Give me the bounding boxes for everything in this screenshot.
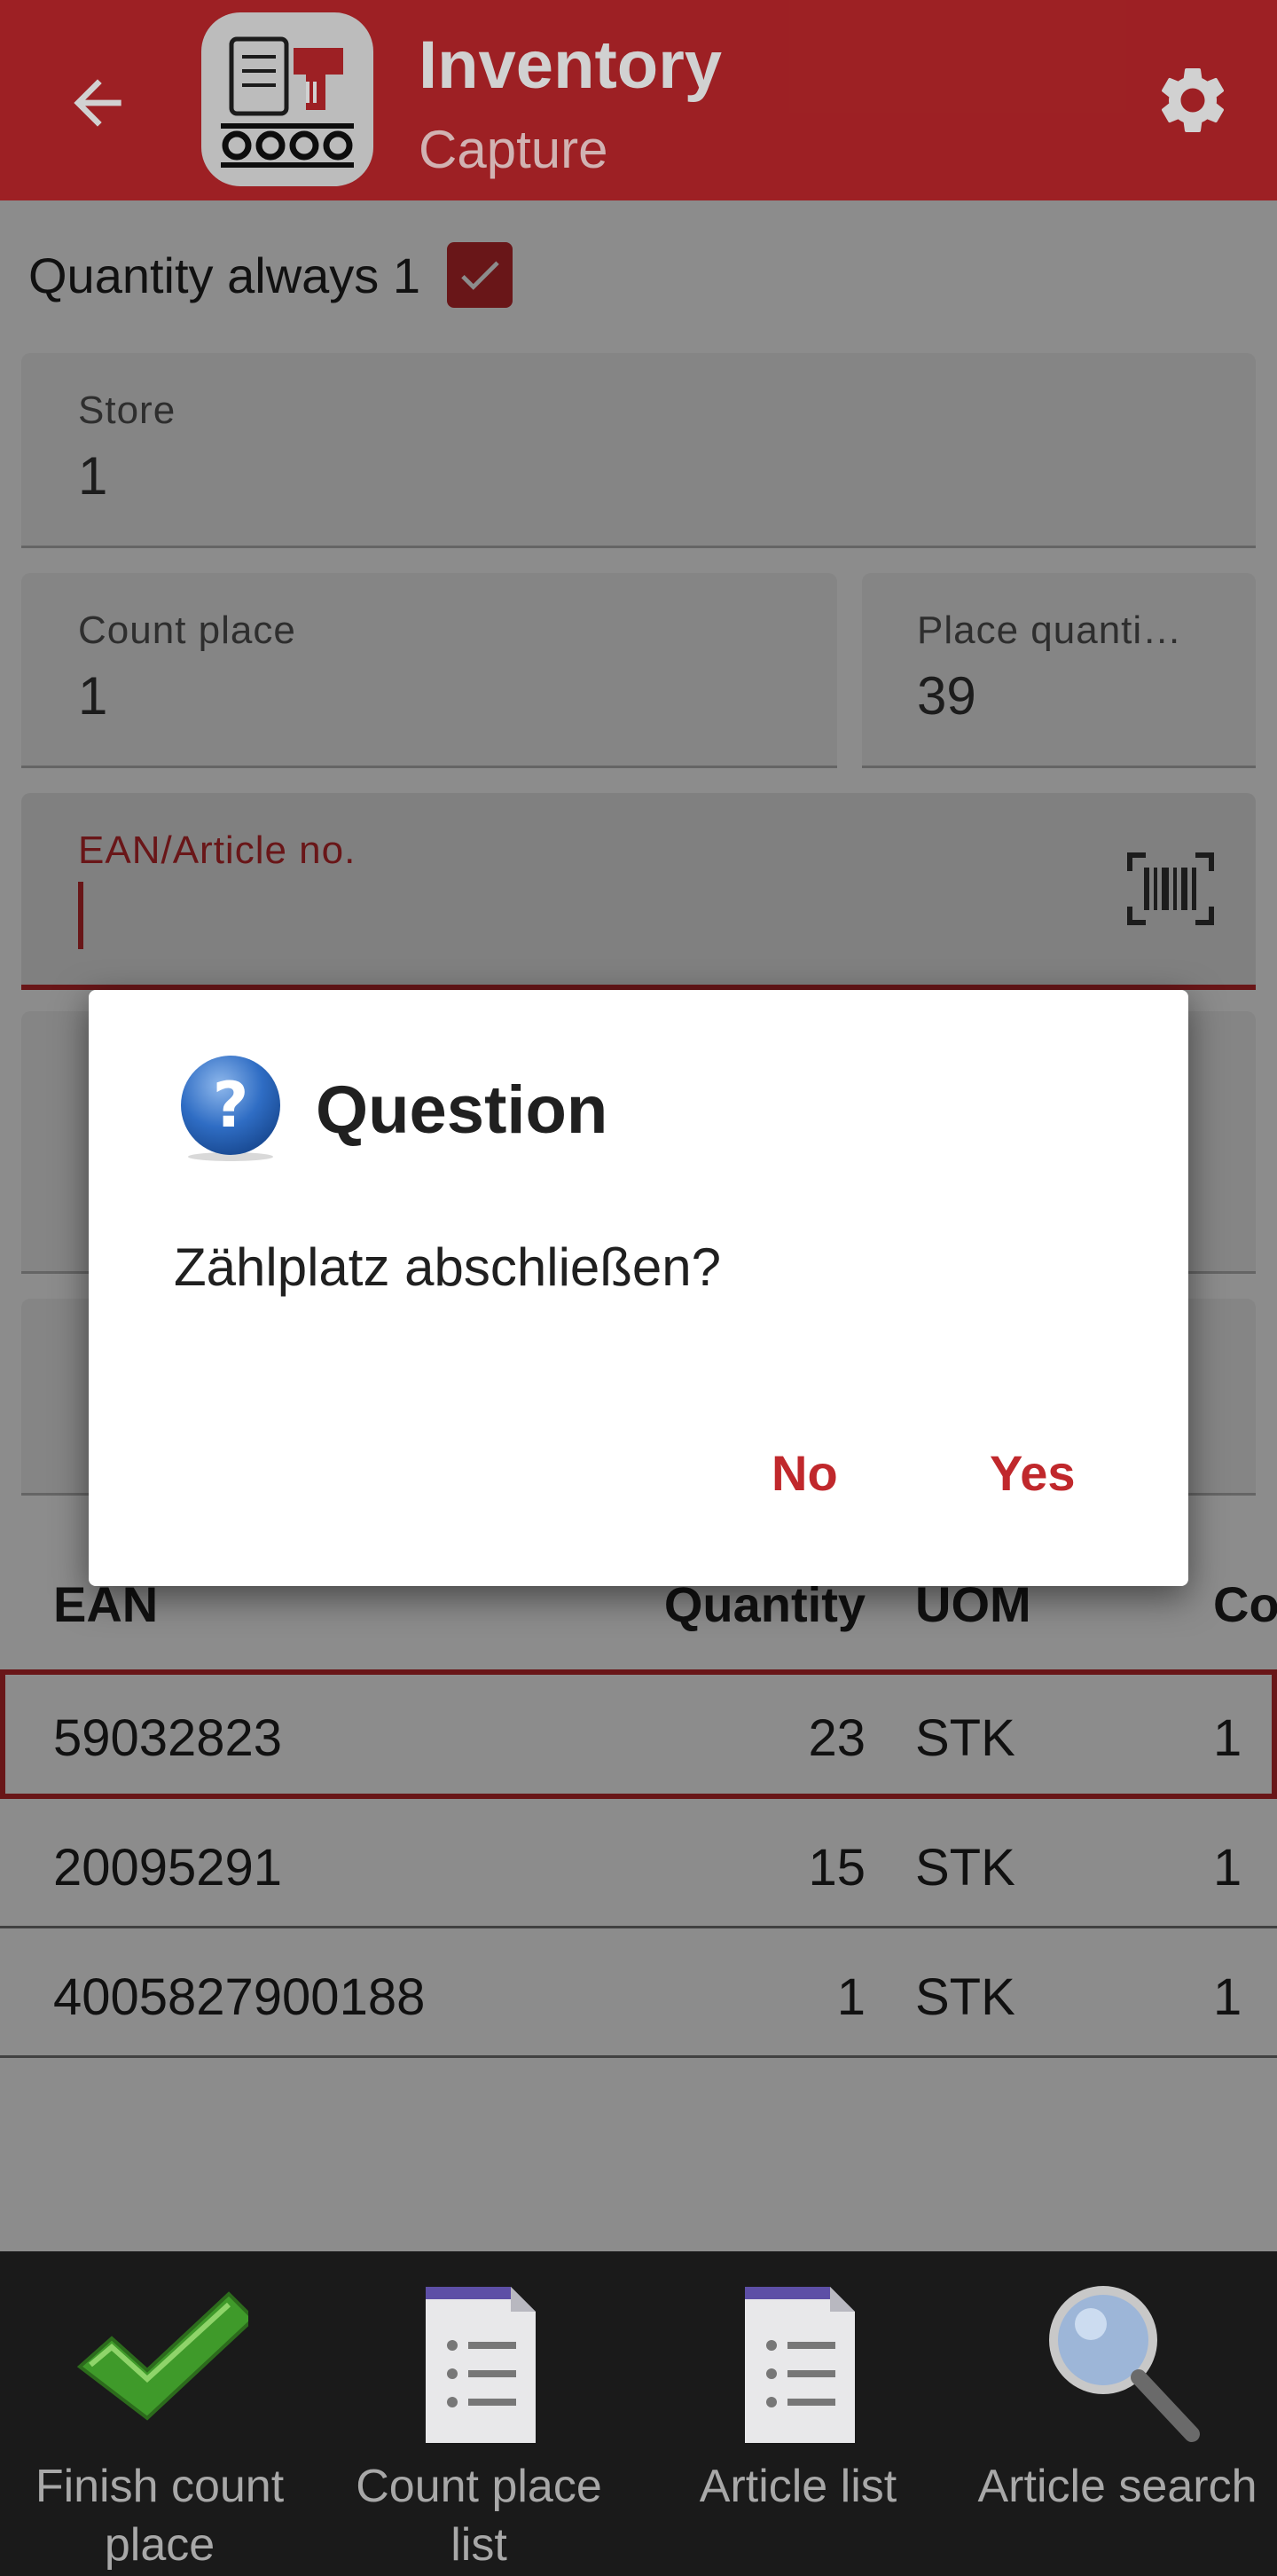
article-search-button[interactable]: Article search [958,2251,1277,2576]
count-place-list-label-line1: Count place [356,2461,602,2512]
count-place-list-label-line2: list [450,2519,507,2571]
document-list-icon [426,2287,536,2443]
finish-count-place-label-line1: Finish count [35,2461,285,2512]
dialog-title: Question [316,1072,608,1148]
count-place-list-button[interactable]: Count place list [319,2251,638,2576]
article-list-label: Article list [699,2461,897,2512]
no-button[interactable]: No [772,1444,838,1502]
magnifier-icon [1049,2286,1200,2442]
dialog-message: Zählplatz abschließen? [174,1237,722,1297]
bottom-nav: Finish count place Count place list Arti… [0,2251,1277,2576]
svg-text:?: ? [213,1069,249,1142]
checkmark-icon [76,2291,248,2421]
question-dialog: ? Question Zählplatz abschließen? No Yes [89,990,1188,1586]
yes-button[interactable]: Yes [990,1444,1076,1502]
article-list-button[interactable]: Article list [638,2251,958,2576]
article-search-label: Article search [977,2461,1257,2512]
document-list-icon [745,2287,855,2443]
question-icon: ? [181,1056,280,1161]
finish-count-place-button[interactable]: Finish count place [0,2251,319,2576]
header-scrim [0,0,1277,200]
finish-count-place-label-line2: place [104,2519,215,2571]
